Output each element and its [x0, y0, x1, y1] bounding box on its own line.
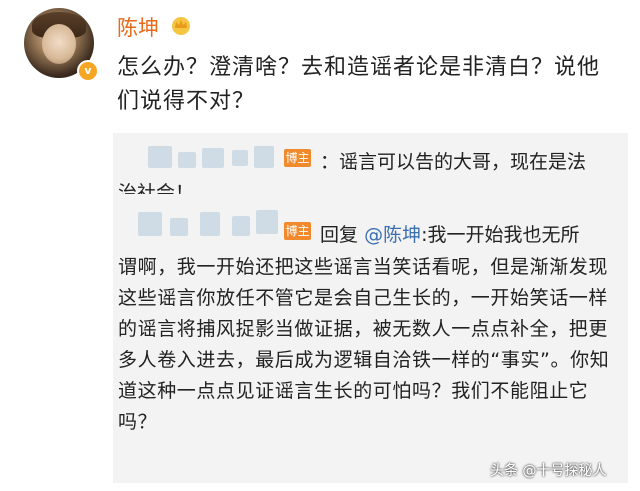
reply-first-line: :我一开始我也无所: [421, 224, 580, 246]
reply-header: 回复 @陈坤:我一开始我也无所: [320, 220, 579, 247]
author-tag: 博主: [284, 149, 311, 167]
crown-icon: [172, 17, 190, 35]
comment-text-cont: 治社会！: [118, 182, 195, 194]
watermark: 头条 @十号探秘人: [490, 463, 607, 479]
blurred-username: [254, 146, 274, 168]
mention-link[interactable]: @陈坤: [364, 224, 421, 246]
blurred-username: [148, 146, 172, 168]
author-tag: 博主: [284, 222, 311, 240]
blurred-username: [202, 148, 224, 168]
blurred-username: [138, 212, 162, 236]
username[interactable]: 陈坤: [117, 12, 159, 42]
blurred-username: [256, 210, 278, 234]
blurred-username: [200, 212, 220, 236]
reply-prefix: 回复: [320, 224, 359, 246]
blurred-username: [178, 152, 196, 168]
reply-text: 谓啊，我一开始还把这些谣言当笑话看呢，但是渐渐发现这些谣言你放任不管它是会自己生…: [118, 256, 610, 433]
blurred-username: [232, 216, 250, 236]
avatar-face: [42, 24, 76, 64]
post-text: 怎么办？澄清啥？去和造谣者论是非清白？说他们说得不对？: [117, 55, 601, 114]
blurred-username: [170, 218, 188, 236]
blurred-username: [232, 150, 248, 166]
verified-icon: v: [77, 60, 99, 82]
comment-text: ：谣言可以告的大哥，现在是法: [320, 151, 587, 173]
